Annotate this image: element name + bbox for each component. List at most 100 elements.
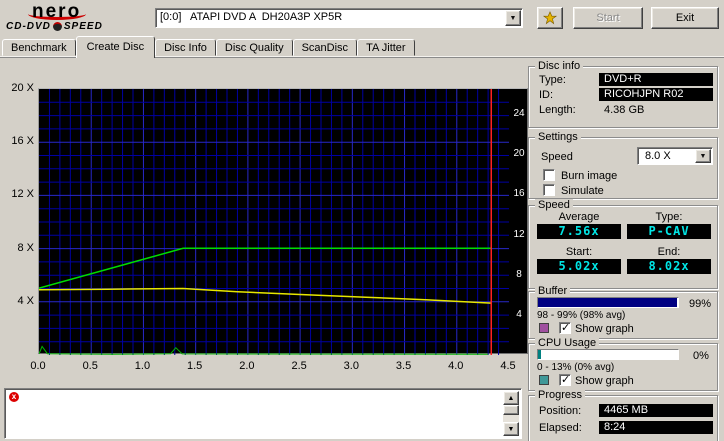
- disc-info-group: Disc info Type: DVD+R ID: RICOHJPN R02 L…: [528, 60, 718, 128]
- group-title: Settings: [535, 131, 581, 143]
- tab-label: Create Disc: [86, 41, 145, 53]
- x-axis-tick-label: 4.0: [448, 360, 464, 372]
- y-axis-left-tick-label: 12 X: [11, 188, 34, 201]
- y-axis-right-tick-label: 20: [513, 148, 525, 160]
- tab-bar: Benchmark Create Disc Disc Info Disc Qua…: [2, 36, 415, 58]
- scroll-up-button[interactable]: [503, 391, 519, 405]
- cpu-usage-graph-line: [39, 345, 489, 355]
- log-entry: [17:57:21] Error - NO ADDITIONAL SENSE I…: [7, 391, 503, 403]
- drive-selector[interactable]: [0:0] ATAPI DVD A DH20A3P XP5R: [155, 8, 523, 28]
- y-axis-right-tick-label: 16: [513, 188, 525, 200]
- speed-select-arrow-button[interactable]: [695, 149, 711, 163]
- tab-label: ScanDisc: [301, 42, 349, 54]
- disc-type-value: DVD+R: [599, 73, 713, 86]
- average-label: Average: [558, 211, 600, 223]
- rotation-speed-line: [39, 287, 492, 304]
- buffer-show-graph-checkbox[interactable]: [559, 321, 571, 334]
- x-axis-tick-label: 1.0: [134, 360, 151, 372]
- elapsed-label: Elapsed:: [539, 422, 582, 434]
- x-axis-tick-label: 0.0: [30, 360, 46, 372]
- tab-benchmark[interactable]: Benchmark: [2, 39, 76, 56]
- y-axis-right-tick-label: 4: [516, 308, 522, 320]
- y-axis-left-tick-label: 16 X: [11, 135, 34, 148]
- end-label: End:: [657, 246, 681, 258]
- log-entry: [17:58:35] Creating Data Disc: [7, 403, 503, 415]
- type-value-lcd: P-CAV: [627, 224, 711, 239]
- star-icon: [542, 11, 558, 25]
- tab-scandisc[interactable]: ScanDisc: [292, 39, 358, 56]
- position-label: Position:: [539, 405, 582, 417]
- tab-ta-jitter[interactable]: TA Jitter: [357, 39, 415, 56]
- nero-logo: nero CD-DVD SPEED: [2, 1, 150, 32]
- speed-select-label: Speed: [541, 151, 573, 163]
- buffer-group: Buffer 99% 98 - 99% (98% avg) Show graph: [528, 285, 718, 339]
- y-axis-right-tick-label: 12: [513, 228, 525, 240]
- end-value-lcd: 8.02x: [627, 259, 711, 274]
- tab-label: Disc Info: [164, 42, 207, 54]
- cpu-graph-swatch: [539, 375, 549, 385]
- x-axis-tick-label: 3.0: [343, 360, 359, 372]
- gauge-icon: [52, 22, 62, 31]
- x-axis-tick-label: 3.5: [395, 360, 412, 372]
- progress-group: Progress Position: 4465 MB Elapsed: 8:24: [528, 389, 718, 441]
- buffer-bar: [537, 297, 679, 308]
- burn-image-label: Burn image: [561, 170, 618, 182]
- settings-group: Settings Speed 8.0 X Burn image Simulate: [528, 131, 718, 199]
- x-axis-tick-label: 0.5: [82, 360, 98, 372]
- drive-selector-value: [0:0] ATAPI DVD A DH20A3P XP5R: [160, 11, 343, 23]
- tab-disc-info[interactable]: Disc Info: [155, 39, 216, 56]
- tab-create-disc[interactable]: Create Disc: [75, 36, 156, 58]
- disc-length-label: Length:: [539, 104, 576, 116]
- log-entry: [18:06:59] Elapsed Time: 8:24: [7, 427, 503, 439]
- disc-id-value: RICOHJPN R02: [599, 88, 713, 101]
- y-axis-left-tick-label: 8 X: [17, 241, 34, 254]
- type-label: Type:: [655, 211, 683, 223]
- exit-button-label: Exit: [675, 12, 695, 24]
- exit-button[interactable]: Exit: [651, 7, 719, 29]
- speed-select-value: 8.0 X: [645, 150, 671, 162]
- start-button[interactable]: Start: [573, 7, 643, 29]
- start-value-lcd: 5.02x: [537, 259, 621, 274]
- drive-dropdown-button[interactable]: [505, 10, 521, 26]
- group-title: Progress: [535, 389, 586, 401]
- cpu-show-graph-checkbox[interactable]: [559, 373, 571, 386]
- average-value-lcd: 7.56x: [537, 224, 621, 239]
- y-axis-right-tick-label: 24: [513, 108, 525, 120]
- group-title: Buffer: [535, 285, 571, 297]
- x-axis-tick-label: 4.5: [500, 360, 516, 372]
- y-axis-right-tick-label: 8: [516, 268, 522, 280]
- speed-chart: [39, 89, 509, 355]
- start-button-label: Start: [596, 12, 620, 24]
- x-axis-tick-label: 1.5: [187, 360, 203, 372]
- tab-label: Disc Quality: [224, 42, 284, 54]
- y-axis-left-tick-label: 4 X: [17, 294, 34, 307]
- log-scrollbar-track[interactable]: [503, 391, 519, 436]
- group-title: Disc info: [535, 60, 584, 72]
- scroll-down-button[interactable]: [503, 422, 519, 436]
- buffer-range-label: 98 - 99% (98% avg): [537, 310, 626, 321]
- speed-select[interactable]: 8.0 X: [637, 147, 713, 165]
- simulate-checkbox[interactable]: [543, 184, 555, 196]
- y-axis-left-tick-label: 20 X: [11, 82, 34, 94]
- log-entry: [18:06:59] Speed:5-8 X P-CAV (7.56 X ave…: [7, 415, 503, 427]
- toolbar-icon-button[interactable]: [537, 7, 563, 29]
- x-axis-tick-label: 2.5: [291, 360, 307, 372]
- scroll-thumb[interactable]: [503, 405, 519, 415]
- group-title: Speed: [535, 199, 573, 211]
- cpu-bar-fill: [538, 350, 541, 359]
- cpu-bar: [537, 349, 679, 360]
- simulate-label: Simulate: [561, 185, 604, 197]
- speed-chart-plot: 24 20 16 12 8 4: [38, 88, 528, 355]
- tab-disc-quality[interactable]: Disc Quality: [215, 39, 293, 56]
- cpu-usage-group: CPU Usage 0% 0 - 13% (0% avg) Show graph: [528, 337, 718, 391]
- buffer-show-graph-label: Show graph: [575, 323, 634, 335]
- logo-wordmark: nero: [32, 1, 82, 22]
- disc-id-label: ID:: [539, 89, 554, 101]
- tab-label: Benchmark: [11, 42, 67, 54]
- write-speed-line: [39, 247, 492, 289]
- graph-panel: 24 20 16 12 8 4 20 X 16 X 12 X 8 X 4 X 0.0 0.5 1.0 1.…: [4, 60, 528, 386]
- speed-group: Speed Average Type: 7.56x P-CAV Start: E…: [528, 199, 718, 289]
- burn-image-checkbox[interactable]: [543, 169, 555, 181]
- topbar: nero CD-DVD SPEED [0:0] ATAPI DVD A DH20…: [0, 0, 724, 34]
- buffer-bar-fill: [538, 298, 677, 307]
